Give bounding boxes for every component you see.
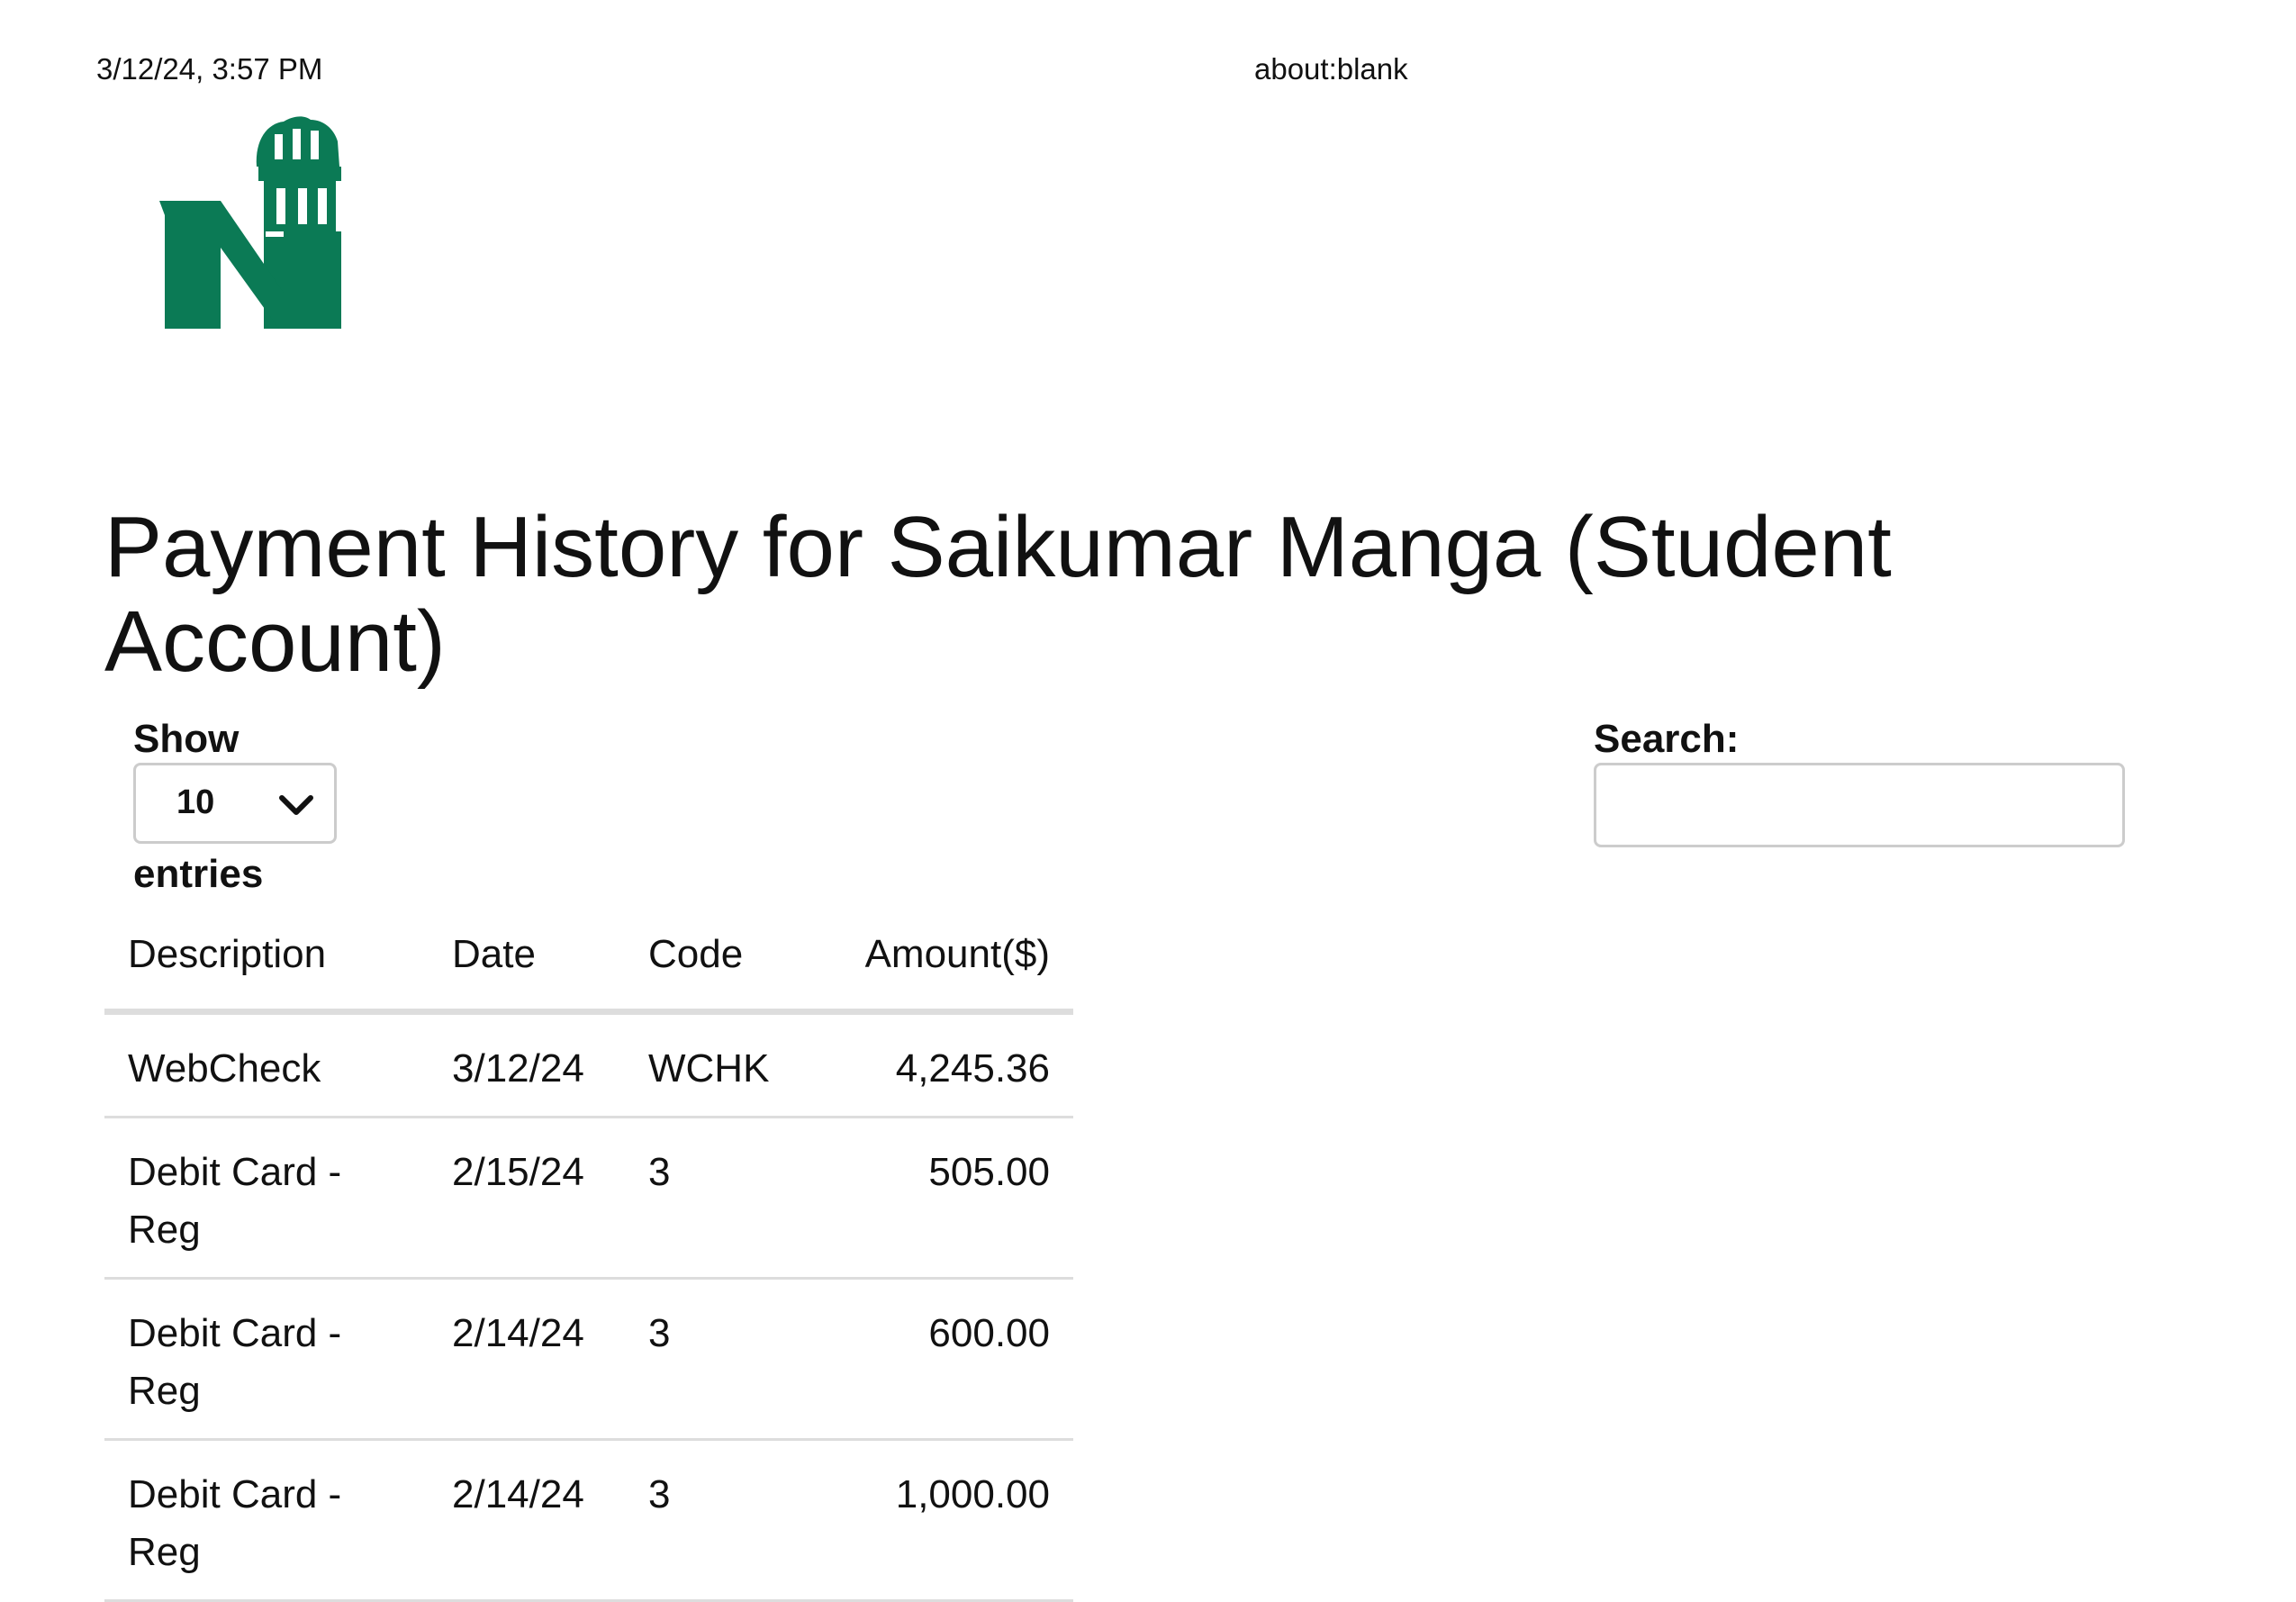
column-header-amount[interactable]: Amount($) [834,901,1073,1015]
length-label-entries: entries [133,852,264,896]
entries-per-page-value: 10 [176,783,215,821]
cell-code: 3 [625,1439,834,1602]
page-title: Payment History for Saikumar Manga (Stud… [104,499,1892,690]
cell-amount: 600.00 [834,1278,1073,1441]
cell-amount: 1,000.00 [834,1439,1073,1602]
print-datetime: 3/12/24, 3:57 PM [96,52,323,86]
cell-description: Debit Card - Reg [104,1278,429,1441]
table-row: Debit Card - Reg 2/15/24 3 505.00 [104,1117,1073,1280]
column-header-description[interactable]: Description [104,901,429,1015]
search-label: Search: [1594,717,1740,761]
search-input[interactable] [1594,763,2125,847]
cell-date: 3/12/24 [429,1011,625,1118]
table-row: Debit Card - Reg 2/14/24 3 600.00 [104,1278,1073,1441]
print-header: 3/12/24, 3:57 PM about:blank [0,52,2296,97]
cell-amount: 4,245.36 [834,1011,1073,1118]
table-row: WebCheck 3/12/24 WCHK 4,245.36 [104,1011,1073,1118]
entries-per-page-select[interactable]: 10 [133,763,337,844]
cell-description: Debit Card - Reg [104,1439,429,1602]
cell-amount: 505.00 [834,1117,1073,1280]
search-control: Search: [1594,716,2125,847]
length-label-show: Show [133,717,240,761]
cell-date: 2/14/24 [429,1278,625,1441]
print-url: about:blank [1254,52,1408,86]
cell-code: WCHK [625,1011,834,1118]
cell-code: 3 [625,1117,834,1280]
cell-description: WebCheck [104,1011,429,1118]
cell-date: 2/15/24 [429,1117,625,1280]
payment-history-table: Description Date Code Amount($) WebCheck… [104,901,1073,1602]
chevron-down-icon [279,795,313,815]
column-header-code[interactable]: Code [625,901,834,1015]
cell-code: 3 [625,1278,834,1441]
entries-length-control: Show 10 entries [133,716,337,898]
cell-description: Debit Card - Reg [104,1117,429,1280]
column-header-date[interactable]: Date [429,901,625,1015]
table-header-row: Description Date Code Amount($) [104,901,1073,1015]
cell-date: 2/14/24 [429,1439,625,1602]
university-n-logo-icon: TM [149,113,365,342]
table-row: Debit Card - Reg 2/14/24 3 1,000.00 [104,1439,1073,1602]
